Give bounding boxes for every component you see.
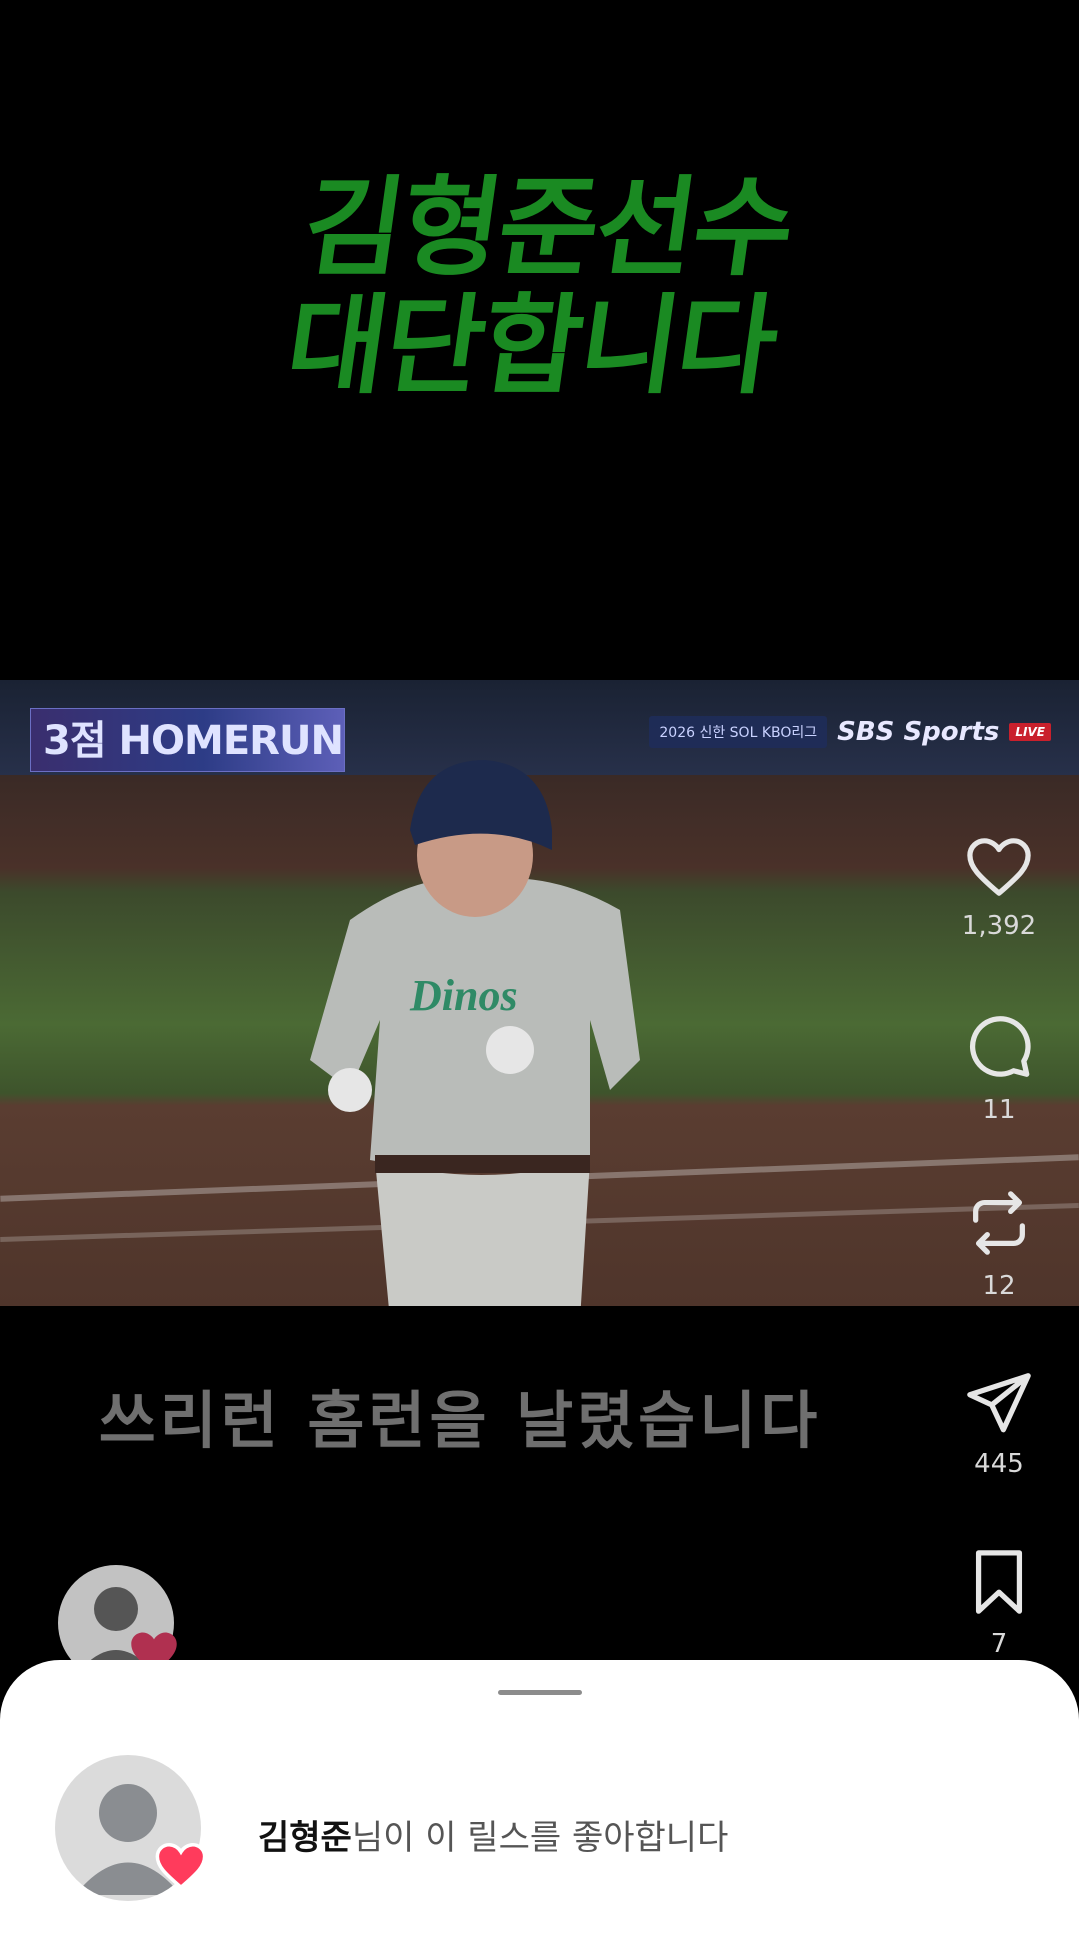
svg-text:Dinos: Dinos: [409, 971, 518, 1020]
share-action[interactable]: 445: [939, 1367, 1059, 1479]
comment-icon[interactable]: [964, 1013, 1034, 1083]
broadcast-watermark: 2026 신한 SOL KBO리그 SBS Sports LIVE: [649, 712, 1051, 752]
video-caption: 쓰리런 홈런을 날렸습니다: [98, 1384, 822, 1457]
liked-by-sheet[interactable]: 김형준님이 이 릴스를 좋아합니다: [0, 1660, 1079, 1935]
league-label: 2026 신한 SOL KBO리그: [649, 716, 828, 748]
player-figure: Dinos: [310, 760, 640, 1306]
send-icon[interactable]: [964, 1367, 1034, 1437]
heart-reaction-icon: [155, 1842, 207, 1890]
comment-count: 11: [982, 1095, 1016, 1125]
save-count: 7: [990, 1629, 1008, 1659]
overlay-title-line1: 김형준선수: [295, 166, 801, 291]
like-action[interactable]: 1,392: [939, 835, 1059, 941]
repost-action[interactable]: 12: [939, 1187, 1059, 1301]
overlay-title-line2: 대단합니다: [279, 284, 784, 409]
bookmark-icon[interactable]: [969, 1547, 1029, 1617]
liker-name[interactable]: 김형준: [258, 1818, 352, 1858]
overlay-title: 김형준선수 대단합니다: [0, 166, 1079, 409]
save-action[interactable]: 7: [939, 1547, 1059, 1659]
repost-icon[interactable]: [964, 1187, 1034, 1259]
heart-icon[interactable]: [963, 835, 1035, 899]
sheet-drag-handle[interactable]: [498, 1690, 582, 1695]
liked-by-message: 김형준님이 이 릴스를 좋아합니다: [258, 1810, 728, 1859]
share-count: 445: [974, 1449, 1024, 1479]
video-frame[interactable]: 3점 HOMERUN 2026 신한 SOL KBO리그 SBS Sports …: [0, 680, 1079, 1306]
liked-by-suffix: 님이 이 릴스를 좋아합니다: [351, 1818, 729, 1858]
repost-count: 12: [982, 1271, 1016, 1301]
network-logo: SBS Sports: [837, 717, 1000, 747]
comment-action[interactable]: 11: [939, 1013, 1059, 1125]
reels-screen: 김형준선수 대단합니다 3점 HOMERUN 2026 신한 SOL KBO리그…: [0, 0, 1079, 1935]
live-label: LIVE: [1009, 723, 1051, 741]
like-count: 1,392: [961, 911, 1037, 941]
